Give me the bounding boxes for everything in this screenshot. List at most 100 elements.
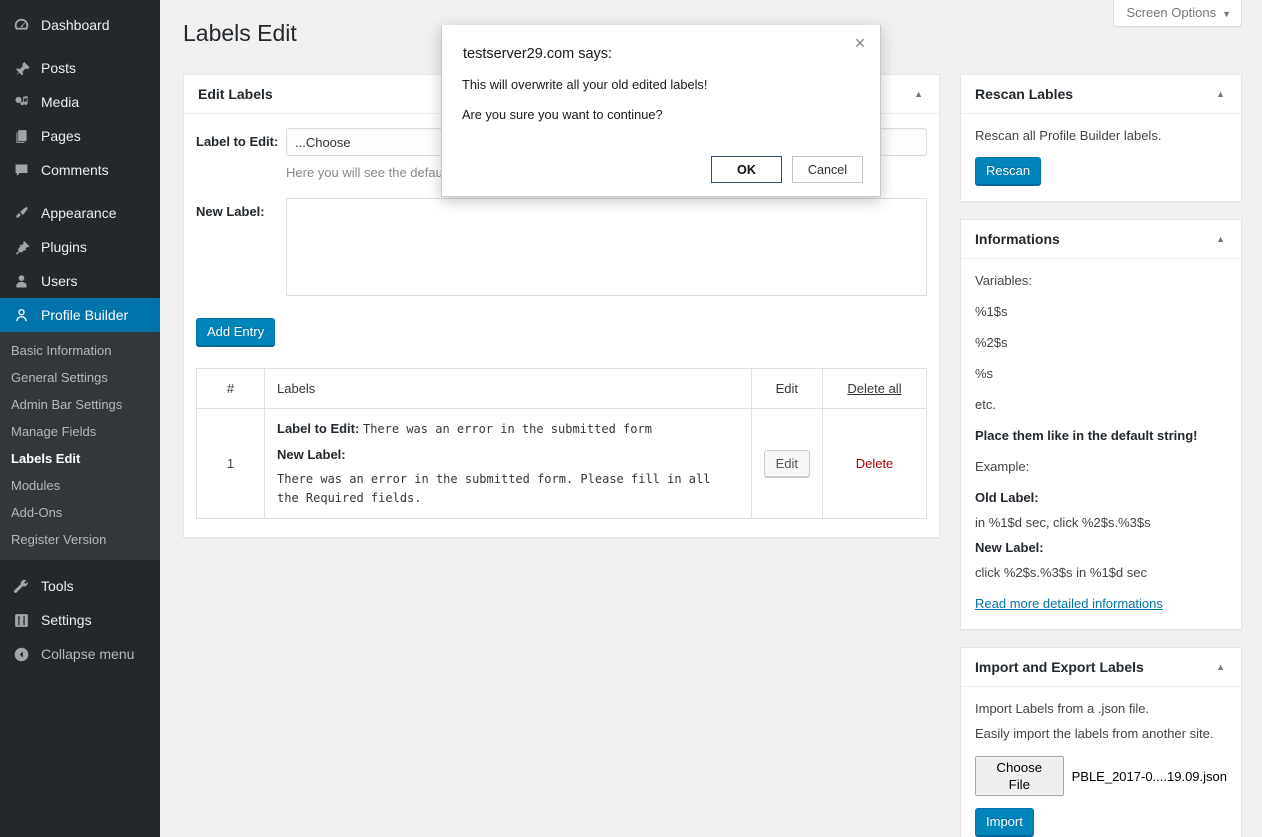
table-row: 1 Label to Edit: There was an error in t… [196, 408, 927, 519]
rescan-labels-panel: Rescan Lables ▲ Rescan all Profile Build… [960, 74, 1242, 202]
example-heading: Example: [975, 459, 1030, 474]
rescan-button[interactable]: Rescan [975, 157, 1042, 185]
dialog-message-line2: Are you sure you want to continue? [462, 107, 663, 122]
old-label-value: in %1$d sec, click %2$s.%3$s [975, 515, 1151, 530]
chevron-up-icon[interactable]: ▲ [1212, 662, 1229, 672]
sidebar-item-appearance[interactable]: Appearance [0, 196, 160, 230]
panel-title: Edit Labels [198, 86, 273, 102]
comment-icon [11, 160, 31, 180]
selected-file-name: PBLE_2017-0....19.09.json [1071, 768, 1227, 784]
informations-panel: Informations ▲ Variables: %1$s %2$s %s e… [960, 219, 1242, 630]
choose-file-button[interactable]: Choose File [975, 756, 1064, 796]
sidebar-item-posts[interactable]: Posts [0, 51, 160, 85]
profile-builder-submenu: Basic Information General Settings Admin… [0, 332, 160, 560]
rescan-description: Rescan all Profile Builder labels. [975, 128, 1162, 143]
sidebar-item-media[interactable]: Media [0, 85, 160, 119]
row-label-to-edit-line: Label to Edit: There was an error in the… [277, 419, 739, 439]
sidebar-item-users[interactable]: Users [0, 264, 160, 298]
sidebar-item-label: Collapse menu [41, 646, 135, 662]
row-label-to-edit-title: Label to Edit: [277, 421, 360, 436]
import-export-panel-header: Import and Export Labels ▲ [961, 648, 1241, 687]
row-labels-cell: Label to Edit: There was an error in the… [264, 408, 752, 519]
screen-options-toggle[interactable]: Screen Options ▼ [1113, 0, 1242, 27]
file-picker-row: Choose File PBLE_2017-0....19.09.json [975, 756, 1227, 796]
submenu-item-admin-bar-settings[interactable]: Admin Bar Settings [0, 391, 160, 418]
informations-panel-header: Informations ▲ [961, 220, 1241, 259]
row-new-label-title-line: New Label: [277, 445, 739, 464]
submenu-item-manage-fields[interactable]: Manage Fields [0, 418, 160, 445]
sidebar-item-label: Comments [41, 162, 109, 178]
chevron-up-icon[interactable]: ▲ [1212, 89, 1229, 99]
read-more-link[interactable]: Read more detailed informations [975, 596, 1163, 611]
add-entry-button[interactable]: Add Entry [196, 318, 276, 346]
side-column: Rescan Lables ▲ Rescan all Profile Build… [960, 74, 1242, 837]
new-label-label: New Label: [196, 204, 265, 219]
new-label-value: click %2$s.%3$s in %1$d sec [975, 565, 1147, 580]
cancel-button[interactable]: Cancel [792, 156, 863, 183]
submenu-item-general-settings[interactable]: General Settings [0, 364, 160, 391]
sidebar-item-label: Appearance [41, 205, 117, 221]
admin-sidebar: Dashboard Posts Media Pages Comments App… [0, 0, 168, 837]
variables-heading: Variables: [975, 273, 1032, 288]
row-edit-cell: Edit [750, 408, 824, 519]
submenu-item-labels-edit[interactable]: Labels Edit [0, 445, 160, 472]
submenu-item-basic-information[interactable]: Basic Information [0, 337, 160, 364]
dialog-actions: OK Cancel [711, 156, 863, 183]
paintbrush-icon [11, 203, 31, 223]
column-header-number: # [196, 368, 265, 409]
delete-all-link[interactable]: Delete all [847, 381, 901, 396]
page-title: Labels Edit [183, 20, 297, 46]
sidebar-item-dashboard[interactable]: Dashboard [0, 8, 160, 42]
sidebar-item-label: Tools [41, 578, 74, 594]
row-edit-button[interactable]: Edit [763, 450, 810, 477]
media-icon [11, 92, 31, 112]
chevron-up-icon[interactable]: ▲ [910, 89, 927, 99]
close-icon[interactable]: ✕ [849, 32, 871, 54]
column-header-delete-all: Delete all [822, 368, 927, 409]
sidebar-item-plugins[interactable]: Plugins [0, 230, 160, 264]
variable-item: %s [975, 366, 994, 381]
sidebar-item-tools[interactable]: Tools [0, 569, 160, 603]
import-description-line2: Easily import the labels from another si… [975, 726, 1214, 741]
submenu-item-modules[interactable]: Modules [0, 472, 160, 499]
import-button[interactable]: Import [975, 808, 1034, 836]
user-icon [11, 271, 31, 291]
sidebar-item-settings[interactable]: Settings [0, 603, 160, 637]
sidebar-item-label: Settings [41, 612, 92, 628]
dialog-title: testserver29.com says: [463, 46, 613, 62]
sidebar-divider [0, 42, 160, 51]
row-new-label-value: There was an error in the submitted form… [277, 472, 711, 505]
labels-table: # Labels Edit Delete all 1 Label to Edit… [196, 368, 927, 519]
rescan-labels-panel-header: Rescan Lables ▲ [961, 75, 1241, 114]
sidebar-item-collapse-menu[interactable]: Collapse menu [0, 637, 160, 671]
submenu-item-add-ons[interactable]: Add-Ons [0, 499, 160, 526]
sidebar-item-pages[interactable]: Pages [0, 119, 160, 153]
row-delete-link[interactable]: Delete [856, 456, 894, 471]
pages-icon [11, 126, 31, 146]
column-header-edit: Edit [750, 368, 824, 409]
ok-button[interactable]: OK [711, 156, 782, 183]
sidebar-item-profile-builder[interactable]: Profile Builder [0, 298, 168, 332]
sidebar-item-label: Users [41, 273, 78, 289]
sidebar-item-label: Dashboard [41, 17, 110, 33]
rescan-labels-panel-body: Rescan all Profile Builder labels. Resca… [961, 114, 1241, 201]
variable-item: etc. [975, 397, 996, 412]
informations-panel-body: Variables: %1$s %2$s %s etc. Place them … [961, 259, 1241, 629]
sidebar-item-label: Media [41, 94, 80, 110]
chevron-up-icon[interactable]: ▲ [1212, 234, 1229, 244]
sidebar-divider [0, 187, 160, 196]
row-new-label-title: New Label: [277, 447, 346, 462]
submenu-item-register-version[interactable]: Register Version [0, 526, 160, 553]
user-outline-icon [11, 305, 31, 325]
panel-title: Import and Export Labels [975, 659, 1144, 675]
pin-icon [11, 58, 31, 78]
old-label-title: Old Label: [975, 490, 1039, 505]
new-label-textarea[interactable] [286, 198, 927, 296]
sidebar-item-comments[interactable]: Comments [0, 153, 160, 187]
new-label-title: New Label: [975, 540, 1044, 555]
variable-item: %1$s [975, 304, 1008, 319]
column-header-labels: Labels [264, 368, 752, 409]
wrench-icon [11, 576, 31, 596]
new-label-row: New Label: [196, 198, 927, 296]
dialog-message-line1: This will overwrite all your old edited … [462, 77, 708, 92]
